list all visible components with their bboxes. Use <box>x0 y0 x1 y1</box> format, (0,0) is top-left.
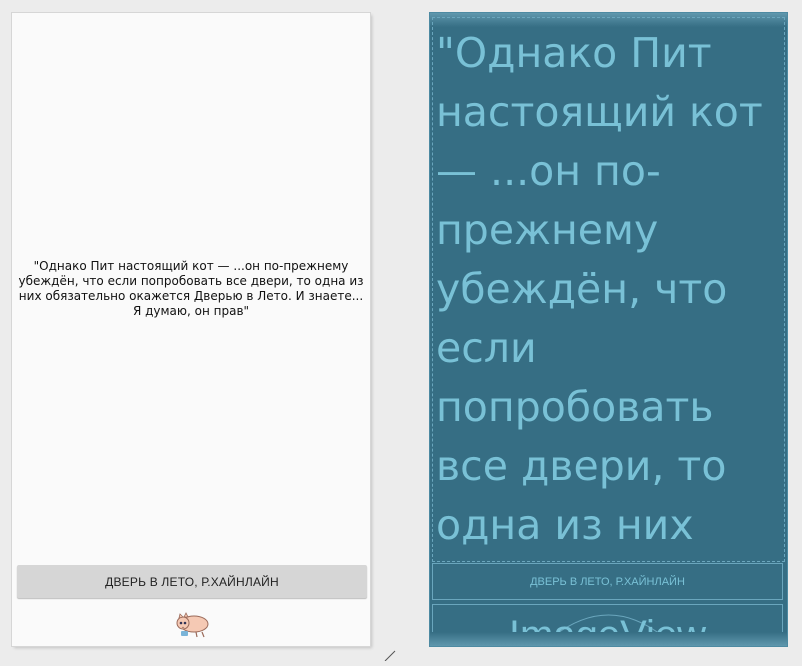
blueprint-quote-text: "Однако Пит настоящий кот — ...он по-пре… <box>436 29 763 549</box>
cat-icon[interactable] <box>172 610 212 640</box>
blueprint-navigation-bar <box>430 632 787 646</box>
blueprint-view: "Однако Пит настоящий кот — ...он по-пре… <box>430 13 787 646</box>
blueprint-textview[interactable]: "Однако Пит настоящий кот — ...он по-пре… <box>432 17 785 562</box>
design-preview: "Однако Пит настоящий кот — ...он по-пре… <box>12 13 370 646</box>
quote-text[interactable]: "Однако Пит настоящий кот — ...он по-пре… <box>18 259 364 319</box>
blueprint-button[interactable]: ДВЕРЬ В ЛЕТО, Р.ХАЙНЛАЙН <box>432 563 783 600</box>
summer-door-button[interactable]: ДВЕРЬ В ЛЕТО, Р.ХАЙНЛАЙН <box>17 565 367 598</box>
resize-handle-icon[interactable] <box>383 648 397 662</box>
